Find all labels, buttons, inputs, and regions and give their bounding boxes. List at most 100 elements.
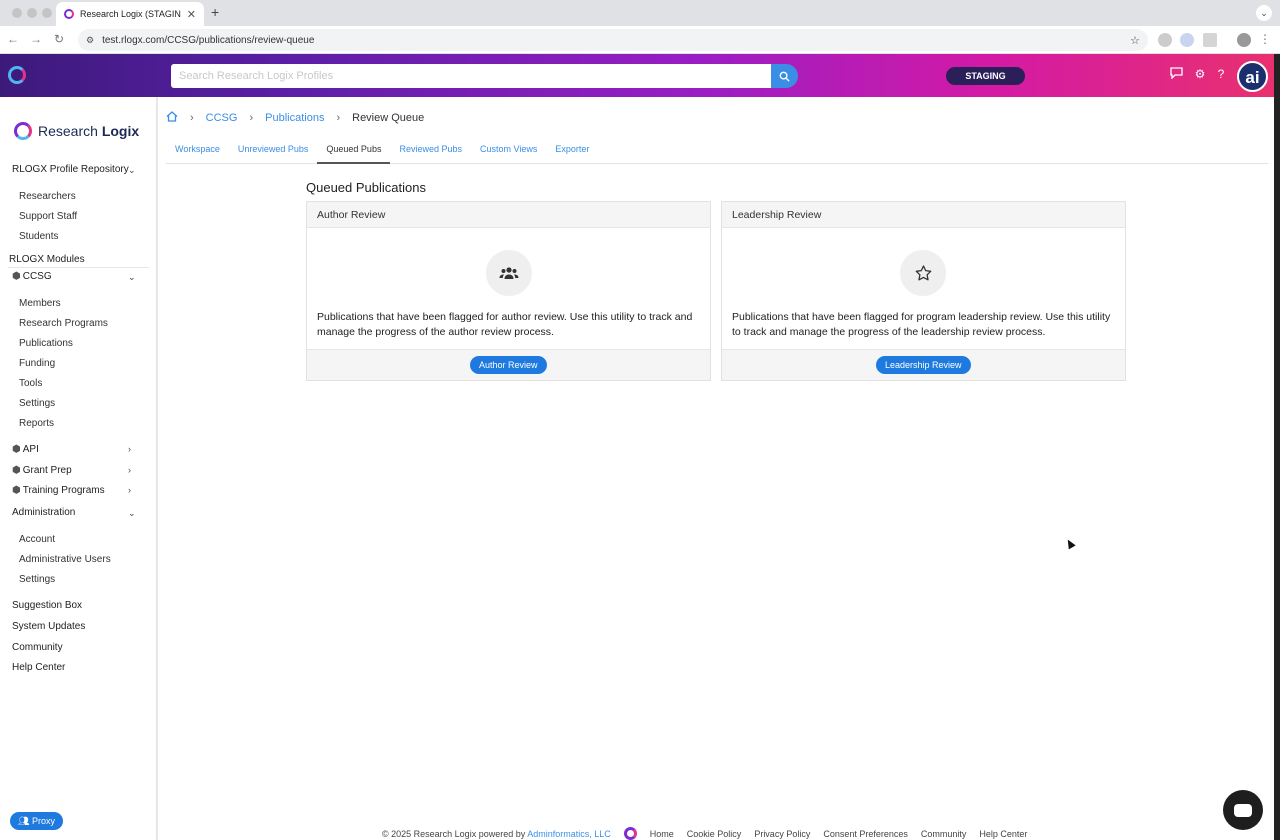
footer-link-privacy-policy[interactable]: Privacy Policy	[754, 829, 810, 839]
sidebar-item-researchers[interactable]: Researchers	[19, 191, 76, 202]
breadcrumb: › CCSG › Publications › Review Queue	[166, 111, 424, 125]
footer-copyright: © 2025 Research Logix powered by Adminfo…	[382, 828, 611, 839]
footer-link-cookie-policy[interactable]: Cookie Policy	[687, 829, 742, 839]
chevron-right-icon[interactable]: ›	[128, 444, 131, 454]
footer-link-community[interactable]: Community	[921, 829, 967, 839]
extension-icon[interactable]	[1158, 33, 1172, 47]
sidebar-item-administrative-users[interactable]: Administrative Users	[19, 554, 111, 565]
breadcrumb-separator-icon: ›	[336, 112, 341, 124]
address-bar[interactable]: ⚙ test.rlogx.com/CCSG/publications/revie…	[78, 29, 1148, 51]
window-zoom-button[interactable]	[42, 8, 52, 18]
browser-menu-icon[interactable]: ⋮	[1258, 32, 1272, 46]
sidebar-item-help-center[interactable]: Help Center	[12, 662, 65, 673]
window-close-button[interactable]	[12, 8, 22, 18]
tab-queued-pubs[interactable]: Queued Pubs	[317, 139, 391, 164]
cube-icon: ⬢	[12, 271, 21, 282]
card-description: Publications that have been flagged for …	[732, 311, 1111, 338]
extensions-puzzle-icon[interactable]	[1203, 33, 1217, 47]
chevron-down-icon[interactable]: ⌄	[128, 165, 136, 176]
brand-name: Research Logix	[38, 123, 140, 139]
sidebar-section-modules: RLOGX Modules	[9, 254, 85, 265]
tab-custom-views[interactable]: Custom Views	[471, 139, 546, 164]
sidebar-item-ccsg[interactable]: ⬢ CCSG	[12, 271, 52, 282]
sidebar-item-grant-prep[interactable]: ⬢ Grant Prep	[12, 465, 72, 476]
users-icon	[486, 250, 532, 296]
sidebar-item-tools[interactable]: Tools	[19, 378, 42, 389]
sidebar-item-system-updates[interactable]: System Updates	[12, 621, 85, 632]
tab-workspace[interactable]: Workspace	[166, 139, 229, 164]
reload-icon[interactable]: ↻	[52, 32, 66, 46]
settings-gear-icon[interactable]: ⚙	[1192, 67, 1208, 81]
footer-link-home[interactable]: Home	[650, 829, 674, 839]
footer-link-consent-preferences[interactable]: Consent Preferences	[823, 829, 908, 839]
sidebar-item-funding[interactable]: Funding	[19, 358, 55, 369]
search-input[interactable]	[171, 64, 771, 88]
sidebar-item-account[interactable]: Account	[19, 534, 55, 545]
messages-icon[interactable]	[1168, 67, 1184, 82]
browser-tabstrip: Research Logix (STAGING) ✕ + ⌄	[0, 0, 1280, 26]
tab-exporter[interactable]: Exporter	[546, 139, 598, 164]
browser-tab[interactable]: Research Logix (STAGING) ✕	[56, 2, 204, 26]
main-content: › CCSG › Publications › Review Queue Wor…	[158, 97, 1274, 840]
sidebar-item-profile-repository[interactable]: RLOGX Profile Repository	[12, 164, 129, 175]
sidebar-item-reports[interactable]: Reports	[19, 418, 54, 429]
window-minimize-button[interactable]	[27, 8, 37, 18]
sidebar-item-publications[interactable]: Publications	[19, 338, 73, 349]
proxy-button[interactable]: 👥︎ Proxy	[10, 812, 63, 830]
chevron-down-icon[interactable]: ⌄	[128, 508, 136, 519]
new-tab-icon[interactable]: +	[211, 4, 219, 20]
profile-icon[interactable]	[1237, 33, 1251, 47]
help-icon[interactable]: ?	[1213, 67, 1229, 81]
leadership-review-button[interactable]: Leadership Review	[876, 356, 971, 374]
card-description: Publications that have been flagged for …	[317, 311, 693, 338]
chevron-right-icon[interactable]: ›	[128, 485, 131, 495]
brand-logo[interactable]: Research Logix	[14, 122, 139, 140]
site-settings-icon[interactable]: ⚙	[86, 35, 94, 46]
password-manager-icon[interactable]	[1180, 33, 1194, 47]
cube-icon: ⬢	[12, 485, 21, 496]
user-plus-icon: 👥︎	[18, 816, 30, 826]
card-title: Leadership Review	[722, 202, 1125, 228]
tab-reviewed-pubs[interactable]: Reviewed Pubs	[390, 139, 471, 164]
card-title: Author Review	[307, 202, 710, 228]
chevron-down-icon[interactable]: ⌄	[128, 272, 136, 283]
footer-logo-icon	[623, 827, 637, 840]
search-button[interactable]	[771, 64, 798, 88]
bookmark-star-icon[interactable]: ☆	[1130, 34, 1140, 47]
user-avatar[interactable]: ai	[1237, 61, 1268, 92]
footer-link-help-center[interactable]: Help Center	[979, 829, 1027, 839]
sidebar-item-support-staff[interactable]: Support Staff	[19, 211, 77, 222]
breadcrumb-ccsg[interactable]: CCSG	[206, 112, 238, 124]
address-url[interactable]: test.rlogx.com/CCSG/publications/review-…	[102, 35, 1122, 46]
card-footer: Author Review	[307, 349, 710, 380]
sidebar-item-api[interactable]: ⬢ API	[12, 444, 39, 455]
sidebar-item-suggestion-box[interactable]: Suggestion Box	[12, 600, 82, 611]
sidebar-item-settings[interactable]: Settings	[19, 398, 55, 409]
page-footer: © 2025 Research Logix powered by Adminfo…	[382, 827, 1027, 840]
author-review-card: Author Review Publications that have bee…	[306, 201, 711, 381]
home-icon[interactable]	[166, 111, 178, 125]
sidebar-item-members[interactable]: Members	[19, 298, 61, 309]
card-footer: Leadership Review	[722, 349, 1125, 380]
footer-company-link[interactable]: Adminformatics, LLC	[527, 829, 611, 839]
browser-toolbar: ← → ↻ ⚙ test.rlogx.com/CCSG/publications…	[0, 26, 1280, 54]
favicon-icon	[64, 9, 74, 19]
tab-search-icon[interactable]: ⌄	[1256, 5, 1272, 21]
window-edge	[1274, 54, 1280, 840]
sidebar-item-community[interactable]: Community	[12, 642, 63, 653]
sidebar-item-admin-settings[interactable]: Settings	[19, 574, 55, 585]
close-tab-icon[interactable]: ✕	[187, 8, 196, 21]
app-logo-icon[interactable]	[8, 66, 26, 84]
chat-widget-button[interactable]	[1223, 790, 1263, 830]
tab-unreviewed-pubs[interactable]: Unreviewed Pubs	[229, 139, 318, 164]
sidebar-item-administration[interactable]: Administration	[12, 507, 75, 518]
author-review-button[interactable]: Author Review	[470, 356, 547, 374]
chevron-right-icon[interactable]: ›	[128, 465, 131, 475]
browser-tab-title: Research Logix (STAGING)	[80, 9, 181, 19]
forward-icon[interactable]: →	[29, 32, 43, 46]
breadcrumb-publications[interactable]: Publications	[265, 112, 324, 124]
sidebar-item-training-programs[interactable]: ⬢ Training Programs	[12, 485, 105, 496]
back-icon[interactable]: ←	[6, 32, 20, 46]
sidebar-item-students[interactable]: Students	[19, 231, 58, 242]
sidebar-item-research-programs[interactable]: Research Programs	[19, 318, 108, 329]
